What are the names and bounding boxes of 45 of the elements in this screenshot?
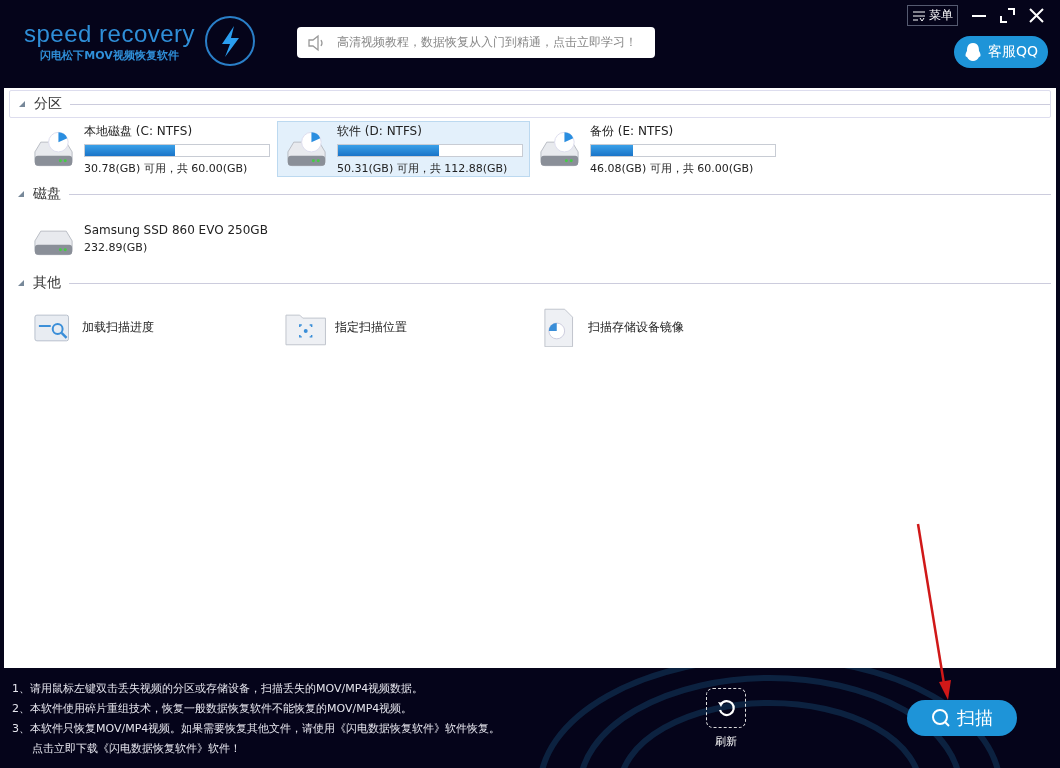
tip-text: 3、本软件只恢复MOV/MP4视频。如果需要恢复其他文件，请使用《闪电数据恢复软件》软件恢复。 — [12, 720, 501, 736]
menu-button[interactable]: 菜单 — [907, 5, 958, 26]
item-name: 指定扫描位置 — [335, 318, 409, 336]
item-detail: 46.08(GB) 可用，共 60.00(GB) — [590, 160, 755, 176]
minimize-button[interactable] — [972, 14, 986, 17]
item-name: 加载扫描进度 — [82, 318, 156, 336]
menu-icon — [912, 9, 926, 22]
tip-text: 2、本软件使用碎片重组技术，恢复一般数据恢复软件不能恢复的MOV/MP4视频。 — [12, 700, 414, 716]
minimize-icon — [972, 14, 986, 17]
drive-item[interactable]: 备份 (E: NTFS) 46.08(GB) 可用，共 60.00(GB) — [530, 121, 783, 177]
refresh-label: 刷新 — [715, 734, 737, 749]
refresh-icon — [716, 698, 736, 718]
item-name: Samsung SSD 860 EVO 250GB — [84, 222, 269, 237]
section-title: 分区 — [34, 95, 62, 113]
item-detail: 50.31(GB) 可用，共 112.88(GB) — [337, 160, 509, 176]
section-title: 其他 — [33, 274, 61, 292]
search-icon — [931, 708, 951, 728]
logo-subtitle: 闪电松下MOV视频恢复软件 — [40, 47, 179, 63]
drive-item[interactable]: 软件 (D: NTFS) 50.31(GB) 可用，共 112.88(GB) — [277, 121, 530, 177]
option-item[interactable]: 指定扫描位置 — [277, 299, 530, 355]
item-name: 备份 (E: NTFS) — [590, 122, 675, 140]
lightning-logo-icon — [203, 14, 258, 68]
maximize-button[interactable] — [1000, 8, 1015, 23]
refresh-button[interactable] — [706, 688, 746, 728]
section-title: 磁盘 — [33, 185, 61, 203]
tip-text: 1、请用鼠标左键双击丢失视频的分区或存储设备，扫描丢失的MOV/MP4视频数据。 — [12, 680, 425, 696]
close-icon — [1029, 8, 1044, 23]
collapse-triangle-icon[interactable] — [18, 100, 26, 108]
drive-item[interactable]: Samsung SSD 860 EVO 250GB 232.89(GB) — [24, 210, 277, 266]
maximize-icon — [1000, 8, 1015, 23]
option-item[interactable]: 加载扫描进度 — [24, 299, 277, 355]
item-name: 软件 (D: NTFS) — [337, 122, 423, 140]
penguin-icon — [963, 42, 982, 62]
notice-bar[interactable]: 高清视频教程，数据恢复从入门到精通，点击立即学习！ — [297, 27, 656, 58]
item-name: 扫描存储设备镜像 — [588, 318, 686, 336]
drive-item[interactable]: 本地磁盘 (C: NTFS) 30.78(GB) 可用，共 60.00(GB) — [24, 121, 277, 177]
item-detail: 30.78(GB) 可用，共 60.00(GB) — [84, 160, 249, 176]
option-item[interactable]: 扫描存储设备镜像 — [530, 299, 783, 355]
item-detail: 232.89(GB) — [84, 240, 149, 254]
collapse-triangle-icon[interactable] — [17, 190, 25, 198]
download-link[interactable]: 点击立即下载《闪电数据恢复软件》软件！ — [12, 740, 501, 756]
collapse-triangle-icon[interactable] — [17, 279, 25, 287]
close-button[interactable] — [1029, 8, 1044, 23]
logo-title: speed recovery — [24, 19, 196, 48]
item-name: 本地磁盘 (C: NTFS) — [84, 122, 194, 140]
